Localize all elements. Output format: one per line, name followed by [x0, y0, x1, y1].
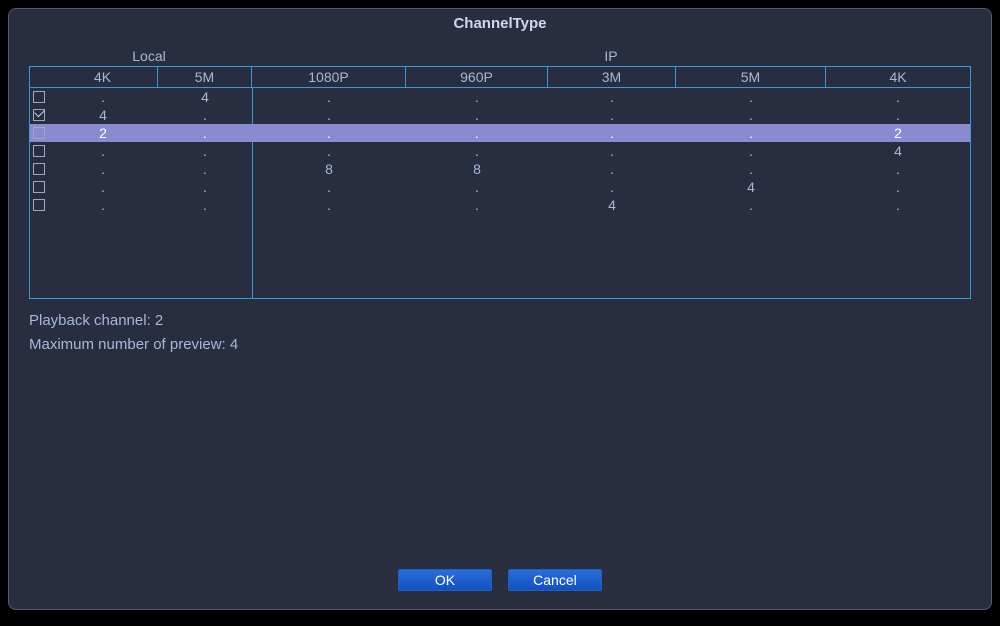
header-local-4k: 4K [48, 67, 158, 87]
cell-ip_3m: . [548, 124, 676, 142]
row-checkbox-cell[interactable] [30, 142, 48, 160]
row-checkbox-cell[interactable] [30, 106, 48, 124]
row-checkbox[interactable] [33, 127, 45, 139]
preview-label: Maximum number of preview: [29, 336, 230, 353]
playback-info: Playback channel: 2 [29, 309, 971, 333]
group-ip-label: IP [251, 48, 971, 64]
channel-table: 4K 5M 1080P 960P 3M 5M 4K .4.....4......… [29, 66, 971, 299]
dialog-buttons: OK Cancel [9, 569, 991, 591]
row-checkbox-cell[interactable] [30, 124, 48, 142]
cell-ip_960p: . [406, 142, 548, 160]
cell-local_5m: . [158, 124, 252, 142]
table-header-row: 4K 5M 1080P 960P 3M 5M 4K [30, 67, 970, 88]
cell-ip_5m: . [676, 106, 826, 124]
cell-ip_1080p: . [252, 178, 406, 196]
header-ip-1080p: 1080P [252, 67, 406, 87]
row-checkbox[interactable] [33, 181, 45, 193]
cell-local_5m: . [158, 178, 252, 196]
cell-ip_1080p: . [252, 142, 406, 160]
cell-ip_3m: . [548, 160, 676, 178]
dialog-title: ChannelType [9, 9, 991, 36]
table-body: .4.....4......2.....2......4..88........… [30, 88, 970, 298]
dialog-content: Local IP 4K 5M 1080P 960P 3M 5M 4K .4...… [9, 36, 991, 357]
table-row[interactable]: .....4. [30, 178, 970, 196]
cell-local_5m: 4 [158, 88, 252, 106]
table-row[interactable]: ......4 [30, 142, 970, 160]
row-checkbox-cell[interactable] [30, 196, 48, 214]
cell-ip_5m: . [676, 160, 826, 178]
header-ip-5m: 5M [676, 67, 826, 87]
cell-local_4k: 2 [48, 124, 158, 142]
cell-ip_5m: 4 [676, 178, 826, 196]
playback-value: 2 [155, 312, 163, 329]
row-checkbox[interactable] [33, 91, 45, 103]
cell-local_4k: . [48, 142, 158, 160]
row-checkbox[interactable] [33, 145, 45, 157]
cell-ip_4k: . [826, 88, 970, 106]
cell-ip_4k: . [826, 196, 970, 214]
row-checkbox[interactable] [33, 163, 45, 175]
cell-ip_4k: 2 [826, 124, 970, 142]
header-ip-3m: 3M [548, 67, 676, 87]
info-section: Playback channel: 2 Maximum number of pr… [29, 309, 971, 357]
channel-type-dialog: ChannelType Local IP 4K 5M 1080P 960P 3M… [8, 8, 992, 610]
group-local-label: Local [29, 48, 251, 64]
row-checkbox-cell[interactable] [30, 88, 48, 106]
cell-ip_960p: . [406, 124, 548, 142]
cell-ip_960p: . [406, 178, 548, 196]
cell-ip_1080p: 8 [252, 160, 406, 178]
header-checkbox-col [30, 67, 48, 87]
table-row[interactable]: 4...... [30, 106, 970, 124]
cell-local_5m: . [158, 142, 252, 160]
header-ip-4k: 4K [826, 67, 970, 87]
cell-ip_960p: . [406, 106, 548, 124]
cell-ip_960p: . [406, 88, 548, 106]
preview-value: 4 [230, 336, 238, 353]
cell-ip_960p: 8 [406, 160, 548, 178]
cell-local_5m: . [158, 196, 252, 214]
cell-local_5m: . [158, 160, 252, 178]
cell-ip_4k: . [826, 106, 970, 124]
row-checkbox-cell[interactable] [30, 160, 48, 178]
cell-ip_5m: . [676, 124, 826, 142]
preview-info: Maximum number of preview: 4 [29, 333, 971, 357]
cell-ip_1080p: . [252, 88, 406, 106]
table-row[interactable]: .4..... [30, 88, 970, 106]
cell-ip_3m: . [548, 142, 676, 160]
column-group-labels: Local IP [29, 44, 971, 66]
cell-local_4k: . [48, 196, 158, 214]
cell-ip_3m: 4 [548, 196, 676, 214]
cell-local_5m: . [158, 106, 252, 124]
cell-ip_4k: . [826, 160, 970, 178]
cell-ip_3m: . [548, 106, 676, 124]
table-row[interactable]: ..88... [30, 160, 970, 178]
cell-ip_1080p: . [252, 124, 406, 142]
cell-ip_5m: . [676, 88, 826, 106]
row-checkbox[interactable] [33, 109, 45, 121]
cell-ip_3m: . [548, 88, 676, 106]
cell-local_4k: 4 [48, 106, 158, 124]
cell-ip_3m: . [548, 178, 676, 196]
cell-ip_1080p: . [252, 196, 406, 214]
table-row[interactable]: 2.....2 [30, 124, 970, 142]
cell-ip_4k: 4 [826, 142, 970, 160]
cell-local_4k: . [48, 88, 158, 106]
cell-ip_960p: . [406, 196, 548, 214]
cell-ip_5m: . [676, 142, 826, 160]
cell-local_4k: . [48, 178, 158, 196]
table-row[interactable]: ....4.. [30, 196, 970, 214]
playback-label: Playback channel: [29, 312, 155, 329]
cell-ip_4k: . [826, 178, 970, 196]
cell-ip_5m: . [676, 196, 826, 214]
header-local-5m: 5M [158, 67, 252, 87]
cancel-button[interactable]: Cancel [508, 569, 602, 591]
ok-button[interactable]: OK [398, 569, 492, 591]
cell-local_4k: . [48, 160, 158, 178]
cell-ip_1080p: . [252, 106, 406, 124]
row-checkbox-cell[interactable] [30, 178, 48, 196]
row-checkbox[interactable] [33, 199, 45, 211]
header-ip-960p: 960P [406, 67, 548, 87]
